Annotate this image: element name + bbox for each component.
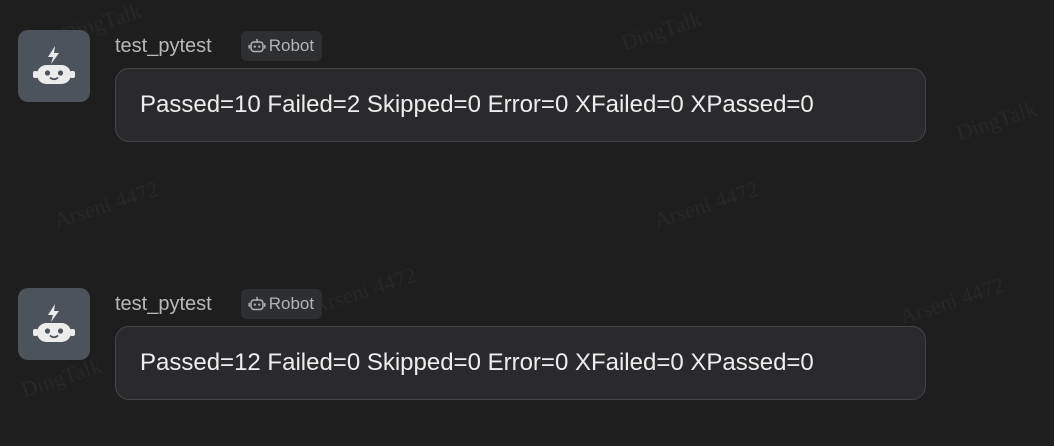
watermark-user: Arseni 4472 bbox=[51, 176, 162, 234]
robot-icon bbox=[248, 38, 266, 53]
avatar[interactable] bbox=[18, 288, 90, 360]
message-bubble[interactable]: Passed=12 Failed=0 Skipped=0 Error=0 XFa… bbox=[115, 326, 926, 400]
message-text: Passed=10 Failed=2 Skipped=0 Error=0 XFa… bbox=[140, 91, 814, 118]
sender-row: test_pytest Robot bbox=[115, 288, 323, 320]
robot-badge: Robot bbox=[240, 31, 323, 61]
robot-avatar-icon bbox=[33, 304, 75, 342]
robot-badge: Robot bbox=[240, 289, 323, 319]
robot-badge-label: Robot bbox=[268, 36, 315, 55]
watermark-user: Arseni 4472 bbox=[651, 176, 762, 234]
watermark-brand: DingTalk bbox=[953, 96, 1040, 146]
sender-row: test_pytest Robot bbox=[115, 30, 323, 62]
sender-name[interactable]: test_pytest bbox=[115, 288, 212, 320]
message-text: Passed=12 Failed=0 Skipped=0 Error=0 XFa… bbox=[140, 349, 814, 376]
sender-name[interactable]: test_pytest bbox=[115, 30, 212, 62]
watermark-brand: DingTalk bbox=[18, 353, 105, 403]
robot-avatar-icon bbox=[33, 46, 75, 84]
watermark-brand: DingTalk bbox=[618, 6, 705, 56]
watermark-user: Arseni 4472 bbox=[309, 262, 420, 320]
robot-badge-label: Robot bbox=[268, 294, 315, 313]
watermark-user: Arseni 4472 bbox=[897, 272, 1008, 330]
avatar[interactable] bbox=[18, 30, 90, 102]
robot-icon bbox=[248, 296, 266, 311]
message-bubble[interactable]: Passed=10 Failed=2 Skipped=0 Error=0 XFa… bbox=[115, 68, 926, 142]
